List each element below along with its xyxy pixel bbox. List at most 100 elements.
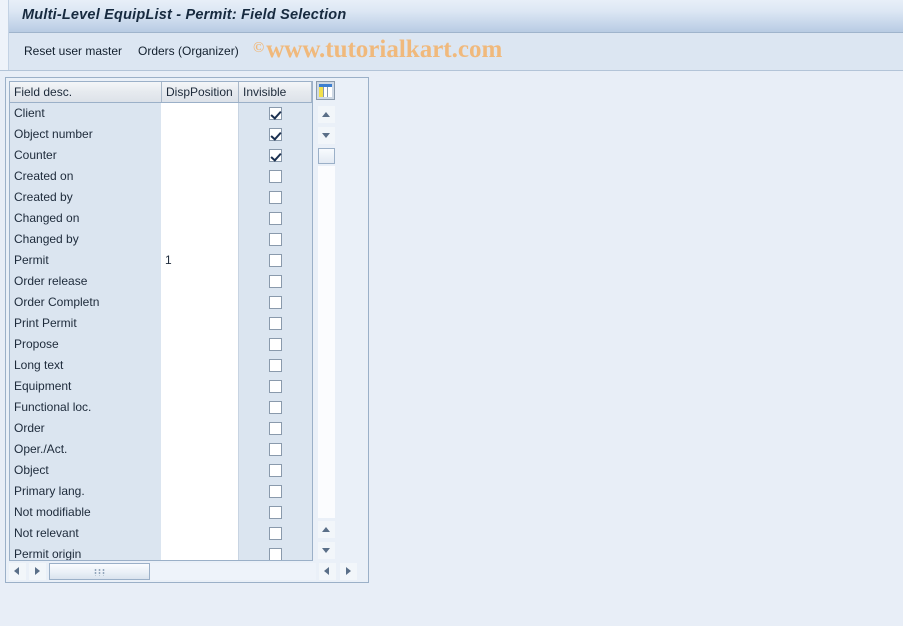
invisible-checkbox[interactable] xyxy=(269,422,282,435)
invisible-checkbox[interactable] xyxy=(269,485,282,498)
table-row[interactable]: Order xyxy=(10,418,312,439)
table-row[interactable]: Primary lang. xyxy=(10,481,312,502)
horizontal-scrollbar-thumb[interactable] xyxy=(49,563,150,580)
dispposition-cell[interactable] xyxy=(162,313,239,334)
table-row[interactable]: Functional loc. xyxy=(10,397,312,418)
field-desc-cell[interactable]: Not relevant xyxy=(10,523,162,544)
table-row[interactable]: Changed by xyxy=(10,229,312,250)
invisible-checkbox[interactable] xyxy=(269,149,282,162)
scroll-page-up-icon[interactable] xyxy=(318,521,335,538)
dispposition-cell[interactable] xyxy=(162,523,239,544)
field-desc-cell[interactable]: Counter xyxy=(10,145,162,166)
dispposition-cell[interactable] xyxy=(162,229,239,250)
scroll-page-left-icon[interactable] xyxy=(319,563,336,580)
field-desc-cell[interactable]: Changed by xyxy=(10,229,162,250)
field-desc-cell[interactable]: Long text xyxy=(10,355,162,376)
field-desc-cell[interactable]: Oper./Act. xyxy=(10,439,162,460)
field-desc-cell[interactable]: Changed on xyxy=(10,208,162,229)
orders-organizer-button[interactable]: Orders (Organizer) xyxy=(138,44,239,58)
table-row[interactable]: Not modifiable xyxy=(10,502,312,523)
field-desc-cell[interactable]: Created by xyxy=(10,187,162,208)
column-config-icon[interactable] xyxy=(316,81,335,100)
field-desc-cell[interactable]: Order Completn xyxy=(10,292,162,313)
scroll-down-icon[interactable] xyxy=(318,127,335,144)
dispposition-cell[interactable] xyxy=(162,103,239,124)
horizontal-scrollbar-track[interactable] xyxy=(49,563,316,580)
field-desc-cell[interactable]: Functional loc. xyxy=(10,397,162,418)
table-row[interactable]: Order release xyxy=(10,271,312,292)
table-row[interactable]: Print Permit xyxy=(10,313,312,334)
table-row[interactable]: Counter xyxy=(10,145,312,166)
dispposition-cell[interactable] xyxy=(162,397,239,418)
invisible-checkbox[interactable] xyxy=(269,359,282,372)
vertical-scrollbar-track[interactable] xyxy=(318,166,335,518)
invisible-checkbox[interactable] xyxy=(269,527,282,540)
dispposition-cell[interactable] xyxy=(162,439,239,460)
dispposition-cell[interactable] xyxy=(162,292,239,313)
invisible-checkbox[interactable] xyxy=(269,506,282,519)
invisible-checkbox[interactable] xyxy=(269,128,282,141)
table-row[interactable]: Propose xyxy=(10,334,312,355)
table-row[interactable]: Permit 1 xyxy=(10,250,312,271)
dispposition-cell[interactable] xyxy=(162,418,239,439)
scroll-page-down-icon[interactable] xyxy=(318,542,335,559)
table-row[interactable]: Permit origin xyxy=(10,544,312,560)
invisible-checkbox[interactable] xyxy=(269,338,282,351)
vertical-scrollbar-thumb[interactable] xyxy=(318,148,335,164)
field-desc-cell[interactable]: Not modifiable xyxy=(10,502,162,523)
invisible-checkbox[interactable] xyxy=(269,380,282,393)
dispposition-cell[interactable] xyxy=(162,355,239,376)
dispposition-cell[interactable] xyxy=(162,481,239,502)
dispposition-cell[interactable] xyxy=(162,544,239,560)
invisible-checkbox[interactable] xyxy=(269,107,282,120)
table-row[interactable]: Long text xyxy=(10,355,312,376)
field-desc-cell[interactable]: Client xyxy=(10,103,162,124)
table-row[interactable]: Client xyxy=(10,103,312,124)
reset-user-master-button[interactable]: Reset user master xyxy=(24,44,122,58)
table-row[interactable]: Not relevant xyxy=(10,523,312,544)
invisible-checkbox[interactable] xyxy=(269,191,282,204)
dispposition-cell[interactable] xyxy=(162,187,239,208)
table-row[interactable]: Equipment xyxy=(10,376,312,397)
table-row[interactable]: Changed on xyxy=(10,208,312,229)
dispposition-cell[interactable] xyxy=(162,502,239,523)
table-row[interactable]: Oper./Act. xyxy=(10,439,312,460)
field-desc-cell[interactable]: Equipment xyxy=(10,376,162,397)
field-desc-cell[interactable]: Primary lang. xyxy=(10,481,162,502)
invisible-checkbox[interactable] xyxy=(269,401,282,414)
column-header-invisible[interactable]: Invisible xyxy=(239,82,312,102)
table-row[interactable]: Object xyxy=(10,460,312,481)
invisible-checkbox[interactable] xyxy=(269,170,282,183)
invisible-checkbox[interactable] xyxy=(269,548,282,560)
field-desc-cell[interactable]: Object number xyxy=(10,124,162,145)
invisible-checkbox[interactable] xyxy=(269,296,282,309)
scroll-right-icon[interactable] xyxy=(29,563,46,580)
dispposition-cell[interactable] xyxy=(162,166,239,187)
dispposition-cell[interactable]: 1 xyxy=(162,250,239,271)
scroll-up-icon[interactable] xyxy=(318,106,335,123)
field-desc-cell[interactable]: Print Permit xyxy=(10,313,162,334)
dispposition-cell[interactable] xyxy=(162,208,239,229)
dispposition-cell[interactable] xyxy=(162,124,239,145)
column-header-field-desc[interactable]: Field desc. xyxy=(10,82,162,102)
field-desc-cell[interactable]: Order release xyxy=(10,271,162,292)
field-desc-cell[interactable]: Propose xyxy=(10,334,162,355)
dispposition-cell[interactable] xyxy=(162,334,239,355)
field-desc-cell[interactable]: Object xyxy=(10,460,162,481)
table-row[interactable]: Created on xyxy=(10,166,312,187)
invisible-checkbox[interactable] xyxy=(269,254,282,267)
dispposition-cell[interactable] xyxy=(162,376,239,397)
scroll-left-icon[interactable] xyxy=(9,563,26,580)
table-row[interactable]: Object number xyxy=(10,124,312,145)
dispposition-cell[interactable] xyxy=(162,460,239,481)
scroll-page-right-icon[interactable] xyxy=(340,563,357,580)
table-row[interactable]: Created by xyxy=(10,187,312,208)
dispposition-cell[interactable] xyxy=(162,145,239,166)
field-desc-cell[interactable]: Permit origin xyxy=(10,544,162,560)
invisible-checkbox[interactable] xyxy=(269,464,282,477)
invisible-checkbox[interactable] xyxy=(269,212,282,225)
field-desc-cell[interactable]: Permit xyxy=(10,250,162,271)
table-row[interactable]: Order Completn xyxy=(10,292,312,313)
field-desc-cell[interactable]: Order xyxy=(10,418,162,439)
invisible-checkbox[interactable] xyxy=(269,275,282,288)
